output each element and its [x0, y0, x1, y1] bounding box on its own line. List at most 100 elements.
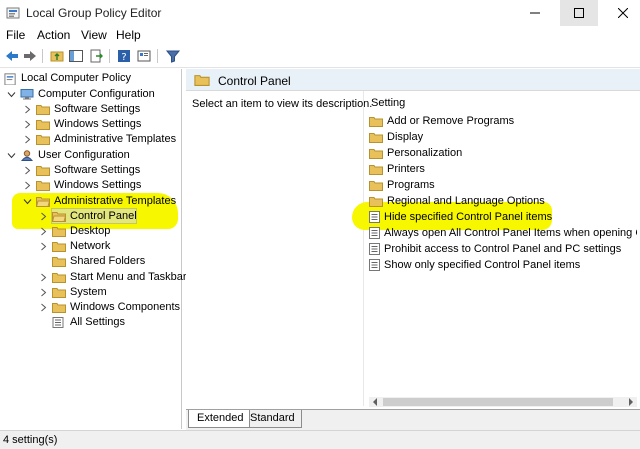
tree-item-local-computer-policy[interactable]: Local Computer Policy	[4, 70, 131, 86]
list-item-label: Always open All Control Panel Items when…	[384, 227, 637, 239]
tree-item-cc-administrative-templates[interactable]: Administrative Templates	[23, 131, 176, 147]
folder-icon	[369, 164, 383, 175]
policy-document-icon	[4, 72, 16, 85]
tree-item-uc-administrative-templates[interactable]: Administrative Templates	[23, 193, 176, 209]
list-item-printers[interactable]: Printers	[369, 161, 425, 177]
filter-icon[interactable]	[165, 48, 181, 64]
list-item-programs[interactable]: Programs	[369, 177, 435, 193]
maximize-button[interactable]	[560, 0, 598, 26]
tree-item-desktop[interactable]: Desktop	[39, 223, 110, 239]
list-item-label: Regional and Language Options	[387, 195, 545, 207]
chevron-right-icon[interactable]	[39, 212, 48, 221]
list-item-personalization[interactable]: Personalization	[369, 145, 462, 161]
horizontal-scrollbar[interactable]	[369, 397, 637, 407]
folder-icon	[52, 272, 66, 283]
folder-icon	[369, 148, 383, 159]
tree-item-cc-software-settings[interactable]: Software Settings	[23, 101, 140, 117]
menu-help[interactable]: Help	[116, 28, 141, 42]
close-icon	[618, 8, 628, 18]
folder-icon	[369, 180, 383, 191]
chevron-right-icon[interactable]	[23, 166, 32, 175]
tree-item-label: All Settings	[70, 316, 126, 328]
tree-item-system[interactable]: System	[39, 284, 107, 300]
back-arrow-icon[interactable]	[4, 48, 20, 64]
chevron-down-icon[interactable]	[23, 197, 32, 206]
title-bar: Local Group Policy Editor	[0, 0, 640, 26]
chevron-right-icon[interactable]	[39, 227, 48, 236]
close-button[interactable]	[604, 0, 640, 26]
details-header: Control Panel	[186, 69, 640, 91]
folder-icon	[52, 241, 66, 252]
chevron-down-icon[interactable]	[7, 90, 16, 99]
view-tabs: Extended Standard	[186, 409, 640, 430]
list-item-label: Printers	[387, 163, 425, 175]
export-list-icon[interactable]	[88, 48, 104, 64]
folder-icon	[36, 165, 50, 176]
toolbar-separator	[42, 49, 43, 63]
scrollbar-thumb[interactable]	[383, 398, 613, 406]
up-folder-icon[interactable]	[49, 48, 65, 64]
chevron-right-icon[interactable]	[23, 135, 32, 144]
list-item-show-only-specified[interactable]: Show only specified Control Panel items	[369, 257, 580, 273]
chevron-right-icon[interactable]	[39, 288, 48, 297]
forward-arrow-icon[interactable]	[22, 48, 38, 64]
scroll-right-icon[interactable]	[628, 398, 634, 406]
tree-item-computer-configuration[interactable]: Computer Configuration	[7, 86, 155, 102]
pane-divider	[363, 91, 364, 406]
list-item-regional-language[interactable]: Regional and Language Options	[369, 193, 545, 209]
tree-item-all-settings[interactable]: All Settings	[52, 314, 125, 330]
menu-file[interactable]: File	[6, 28, 25, 42]
list-item-prohibit-access[interactable]: Prohibit access to Control Panel and PC …	[369, 241, 621, 257]
help-icon[interactable]: ?	[116, 48, 132, 64]
chevron-right-icon[interactable]	[23, 181, 32, 190]
policy-setting-icon	[369, 243, 380, 255]
folder-icon	[52, 256, 66, 267]
scroll-left-icon[interactable]	[372, 398, 378, 406]
folder-icon	[52, 302, 66, 313]
policy-setting-icon	[369, 259, 380, 271]
tree-item-network[interactable]: Network	[39, 238, 110, 254]
tree-item-start-menu-and-taskbar[interactable]: Start Menu and Taskbar	[39, 269, 187, 285]
folder-icon	[52, 287, 66, 298]
tree-item-label: User Configuration	[38, 149, 130, 161]
policy-setting-icon	[369, 227, 380, 239]
properties-icon[interactable]	[136, 48, 152, 64]
chevron-right-icon[interactable]	[39, 303, 48, 312]
policy-setting-icon	[369, 211, 380, 223]
tree-item-uc-software-settings[interactable]: Software Settings	[23, 162, 140, 178]
description-text: Select an item to view its description.	[192, 98, 373, 110]
toolbar: ?	[0, 44, 640, 68]
tree-item-label: Windows Components	[70, 301, 181, 313]
list-item-always-open-all-items[interactable]: Always open All Control Panel Items when…	[369, 225, 637, 241]
tree-item-label: Local Computer Policy	[21, 72, 132, 84]
tree-item-cc-windows-settings[interactable]: Windows Settings	[23, 116, 141, 132]
open-folder-icon	[36, 196, 50, 207]
list-item-add-remove-programs[interactable]: Add or Remove Programs	[369, 113, 514, 129]
menu-action[interactable]: Action	[37, 28, 70, 42]
minimize-button[interactable]	[516, 0, 554, 26]
tree-item-shared-folders[interactable]: Shared Folders	[52, 253, 145, 269]
tree-item-control-panel[interactable]: Control Panel	[39, 208, 137, 224]
folder-icon	[36, 134, 50, 145]
chevron-down-icon[interactable]	[7, 151, 16, 160]
list-item-hide-specified-items[interactable]: Hide specified Control Panel items	[369, 209, 552, 225]
status-text: 4 setting(s)	[3, 434, 58, 446]
details-header-title: Control Panel	[218, 74, 291, 88]
list-item-label: Hide specified Control Panel items	[384, 211, 553, 223]
list-item-display[interactable]: Display	[369, 129, 423, 145]
chevron-right-icon[interactable]	[39, 242, 48, 251]
tab-standard[interactable]: Standard	[242, 410, 302, 428]
folder-icon	[36, 104, 50, 115]
tree-item-user-configuration[interactable]: User Configuration	[7, 147, 130, 163]
menu-view[interactable]: View	[81, 28, 107, 42]
tree-item-windows-components[interactable]: Windows Components	[39, 299, 180, 315]
tree-item-label: Software Settings	[54, 164, 141, 176]
chevron-right-icon[interactable]	[23, 105, 32, 114]
chevron-right-icon[interactable]	[23, 120, 32, 129]
list-item-label: Display	[387, 131, 424, 143]
tree-item-uc-windows-settings[interactable]: Windows Settings	[23, 177, 141, 193]
show-hide-tree-icon[interactable]	[68, 48, 84, 64]
chevron-right-icon[interactable]	[39, 273, 48, 282]
svg-text:?: ?	[121, 52, 126, 63]
setting-column-header[interactable]: Setting	[371, 97, 405, 109]
